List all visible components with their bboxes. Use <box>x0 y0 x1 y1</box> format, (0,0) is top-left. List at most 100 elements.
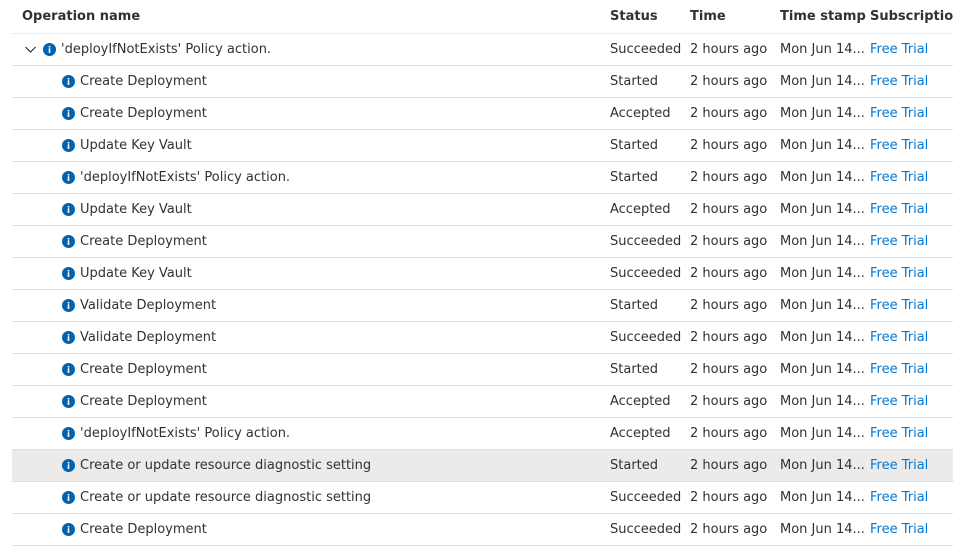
operation-name: 'deployIfNotExists' Policy action. <box>80 426 291 441</box>
subscription-link[interactable]: Free Trial <box>870 394 953 409</box>
info-icon <box>43 43 56 56</box>
operation-name: Update Key Vault <box>80 138 192 153</box>
time-cell: 2 hours ago <box>690 138 768 153</box>
status-cell: Started <box>610 458 659 473</box>
operation-name: Create or update resource diagnostic set… <box>80 458 372 473</box>
operation-name: Validate Deployment <box>80 298 217 313</box>
table-row[interactable]: Update Key Vault Started 2 hours ago Mon Ju… <box>12 130 953 162</box>
info-icon <box>62 523 75 536</box>
time-stamp-cell: Mon Jun 14... <box>780 42 865 57</box>
subscription-link[interactable]: Free Trial <box>870 362 953 377</box>
column-header-status[interactable]: Status <box>610 9 690 24</box>
time-stamp-cell: Mon Jun 14... <box>780 522 865 537</box>
time-stamp-cell: Mon Jun 14... <box>780 266 865 281</box>
grid-body: 'deployIfNotExists' Policy action. Succee… <box>12 34 953 546</box>
subscription-link[interactable]: Free Trial <box>870 266 953 281</box>
time-cell: 2 hours ago <box>690 234 768 249</box>
info-icon <box>62 75 75 88</box>
column-header-operation-name[interactable]: Operation name <box>12 9 610 24</box>
subscription-link[interactable]: Free Trial <box>870 170 953 185</box>
table-row[interactable]: Create or update resource diagnostic set… <box>12 482 953 514</box>
status-cell: Started <box>610 74 659 89</box>
table-row[interactable]: 'deployIfNotExists' Policy action. Succee… <box>12 34 953 66</box>
time-cell: 2 hours ago <box>690 74 768 89</box>
time-stamp-cell: Mon Jun 14... <box>780 138 865 153</box>
operation-name: 'deployIfNotExists' Policy action. <box>61 42 272 57</box>
subscription-link[interactable]: Free Trial <box>870 106 953 121</box>
info-icon <box>62 171 75 184</box>
status-cell: Succeeded <box>610 330 682 345</box>
operation-name: Create Deployment <box>80 362 207 377</box>
table-row[interactable]: Update Key Vault Accepted 2 hours ago Mon J… <box>12 194 953 226</box>
operation-name-cell: Create Deployment <box>12 362 610 377</box>
subscription-link[interactable]: Free Trial <box>870 234 953 249</box>
table-row[interactable]: Create Deployment Accepted 2 hours ago Mon … <box>12 386 953 418</box>
time-cell: 2 hours ago <box>690 426 768 441</box>
subscription-link[interactable]: Free Trial <box>870 522 953 537</box>
operation-name-cell: Create Deployment <box>12 106 610 121</box>
table-row[interactable]: Validate Deployment Started 2 hours ago Mon… <box>12 290 953 322</box>
operation-name: Create Deployment <box>80 74 207 89</box>
operation-name: Create Deployment <box>80 522 207 537</box>
table-row[interactable]: Create Deployment Started 2 hours ago Mon J… <box>12 354 953 386</box>
status-cell: Succeeded <box>610 266 682 281</box>
column-header-time[interactable]: Time <box>690 9 780 24</box>
info-icon <box>62 267 75 280</box>
table-row[interactable]: Create Deployment Started 2 hours ago Mon J… <box>12 66 953 98</box>
time-cell: 2 hours ago <box>690 330 768 345</box>
status-cell: Succeeded <box>610 42 682 57</box>
time-cell: 2 hours ago <box>690 490 768 505</box>
chevron-down-icon[interactable] <box>23 43 37 57</box>
subscription-link[interactable]: Free Trial <box>870 330 953 345</box>
table-row[interactable]: 'deployIfNotExists' Policy action. Accept… <box>12 418 953 450</box>
subscription-link[interactable]: Free Trial <box>870 458 953 473</box>
table-row[interactable]: Update Key Vault Succeeded 2 hours ago Mon … <box>12 258 953 290</box>
time-cell: 2 hours ago <box>690 42 768 57</box>
subscription-link[interactable]: Free Trial <box>870 202 953 217</box>
status-cell: Started <box>610 138 659 153</box>
table-row[interactable]: Create Deployment Succeeded 2 hours ago Mon… <box>12 514 953 546</box>
table-row[interactable]: 'deployIfNotExists' Policy action. Starte… <box>12 162 953 194</box>
status-cell: Started <box>610 362 659 377</box>
operation-name: 'deployIfNotExists' Policy action. <box>80 170 291 185</box>
time-stamp-cell: Mon Jun 14... <box>780 74 865 89</box>
time-cell: 2 hours ago <box>690 522 768 537</box>
info-icon <box>62 107 75 120</box>
operation-name-cell: Create Deployment <box>12 74 610 89</box>
subscription-link[interactable]: Free Trial <box>870 42 953 57</box>
status-cell: Accepted <box>610 394 671 409</box>
status-cell: Accepted <box>610 426 671 441</box>
status-cell: Accepted <box>610 202 671 217</box>
info-icon <box>62 395 75 408</box>
table-row[interactable]: Create Deployment Succeeded 2 hours ago Mon… <box>12 226 953 258</box>
operation-name-cell: 'deployIfNotExists' Policy action. <box>12 426 610 441</box>
table-row[interactable]: Create Deployment Accepted 2 hours ago Mon … <box>12 98 953 130</box>
info-icon <box>62 491 75 504</box>
operation-name-cell: Update Key Vault <box>12 266 610 281</box>
status-cell: Started <box>610 298 659 313</box>
subscription-link[interactable]: Free Trial <box>870 298 953 313</box>
operation-name-cell: Create Deployment <box>12 234 610 249</box>
status-cell: Started <box>610 170 659 185</box>
info-icon <box>62 363 75 376</box>
operation-name: Validate Deployment <box>80 330 217 345</box>
info-icon <box>62 331 75 344</box>
operation-name-cell: Create or update resource diagnostic set… <box>12 458 610 473</box>
column-header-subscription[interactable]: Subscription <box>870 9 953 24</box>
time-cell: 2 hours ago <box>690 170 768 185</box>
subscription-link[interactable]: Free Trial <box>870 74 953 89</box>
status-cell: Succeeded <box>610 490 682 505</box>
time-cell: 2 hours ago <box>690 266 768 281</box>
subscription-link[interactable]: Free Trial <box>870 490 953 505</box>
subscription-link[interactable]: Free Trial <box>870 426 953 441</box>
time-cell: 2 hours ago <box>690 298 768 313</box>
subscription-link[interactable]: Free Trial <box>870 138 953 153</box>
time-stamp-cell: Mon Jun 14... <box>780 426 865 441</box>
table-row[interactable]: Create or update resource diagnostic set… <box>12 450 953 482</box>
column-header-time-stamp[interactable]: Time stamp <box>780 9 870 24</box>
operation-name-cell: Validate Deployment <box>12 330 610 345</box>
operation-name: Update Key Vault <box>80 266 192 281</box>
time-stamp-cell: Mon Jun 14... <box>780 170 865 185</box>
time-stamp-cell: Mon Jun 14... <box>780 330 865 345</box>
table-row[interactable]: Validate Deployment Succeeded 2 hours ago M… <box>12 322 953 354</box>
